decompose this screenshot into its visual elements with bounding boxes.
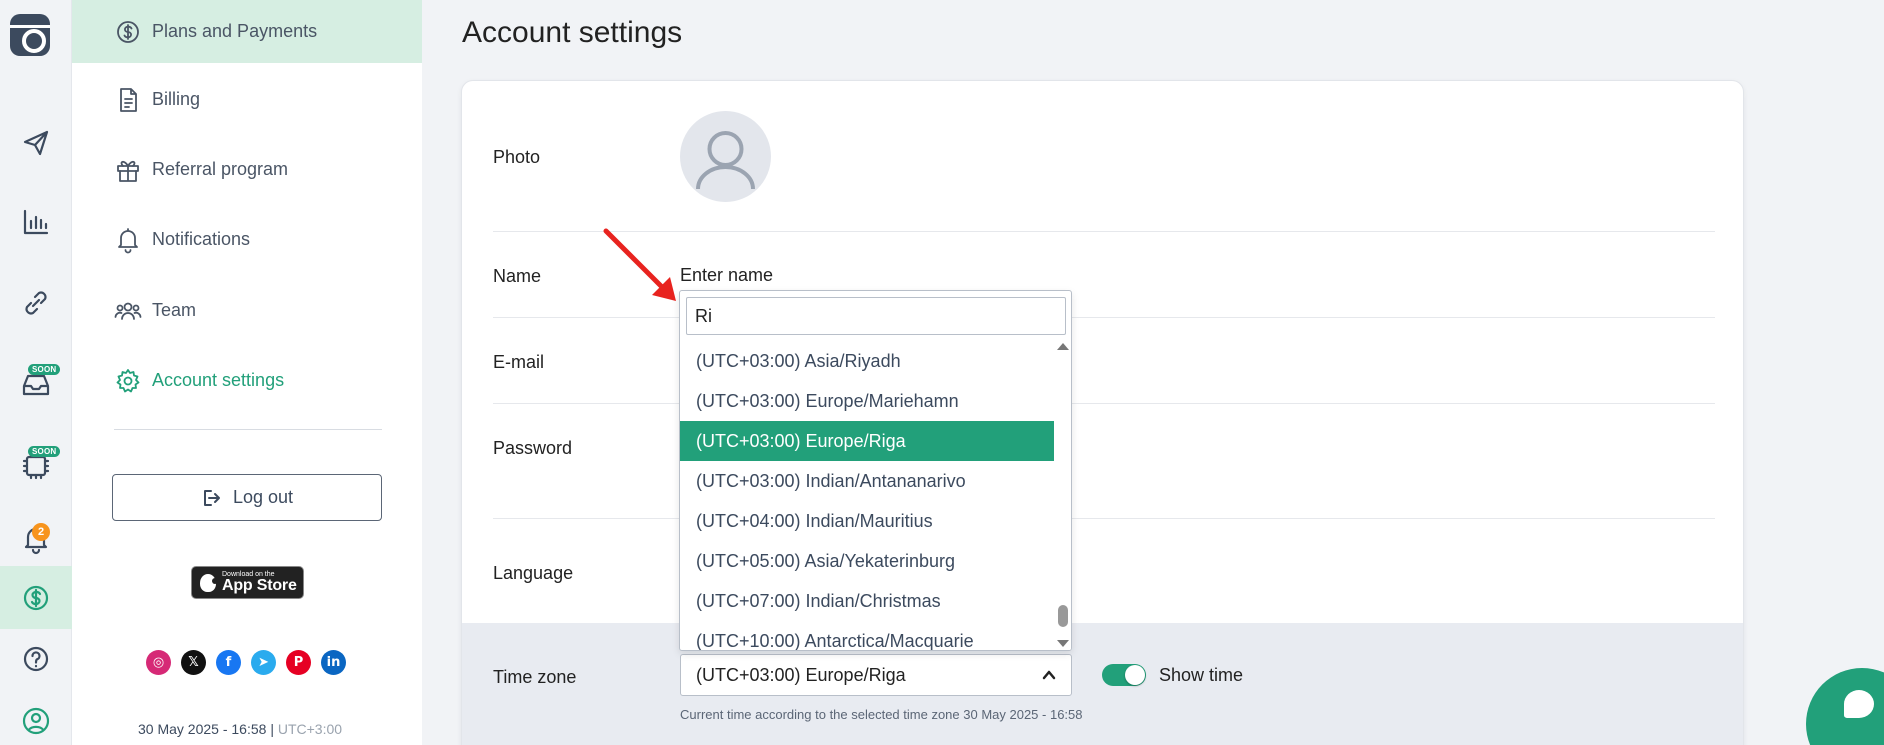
logout-icon <box>203 489 220 506</box>
timezone-option-selected[interactable]: (UTC+03:00) Europe/Riga <box>680 421 1054 461</box>
telegram-icon[interactable]: ➤ <box>251 650 276 675</box>
menu-item-label: Team <box>152 300 197 320</box>
link-icon <box>25 291 47 315</box>
logout-button[interactable]: Log out <box>112 474 382 521</box>
email-label: E-mail <box>493 352 545 372</box>
language-label: Language <box>493 563 574 583</box>
team-icon <box>114 297 142 325</box>
current-time-note: Current time according to the selected t… <box>680 707 1083 722</box>
rail-links[interactable] <box>0 277 72 329</box>
help-icon <box>23 646 49 672</box>
apple-icon <box>200 573 218 592</box>
timezone-option[interactable]: (UTC+03:00) Europe/Mariehamn <box>680 381 1054 421</box>
timezone-option[interactable]: (UTC+05:00) Asia/Yekaterinburg <box>680 541 1054 581</box>
menu-item-label: Account settings <box>152 370 285 390</box>
chat-button[interactable] <box>1806 668 1884 745</box>
rail-ai[interactable]: SOON <box>0 440 72 492</box>
dollar-icon <box>23 585 49 610</box>
appstore-big-text: App Store <box>222 577 297 594</box>
menu-item-billing[interactable]: Billing <box>72 68 422 131</box>
footer-datetime: 30 May 2025 - 16:58 | UTC+3:00 <box>138 721 342 737</box>
timezone-select[interactable]: (UTC+03:00) Europe/Riga <box>680 654 1072 696</box>
instagram-icon[interactable]: ◎ <box>146 650 171 675</box>
timezone-option[interactable]: (UTC+10:00) Antarctica/Macquarie <box>680 621 1054 651</box>
timezone-label: Time zone <box>493 667 577 687</box>
menu-item-notifications[interactable]: Notifications <box>72 208 422 271</box>
timezone-option[interactable]: (UTC+07:00) Indian/Christmas <box>680 581 1054 621</box>
show-time-toggle[interactable] <box>1102 664 1146 686</box>
analytics-icon <box>23 209 49 235</box>
icon-rail: SOON SOON 2 <box>0 0 72 745</box>
red-annotation-arrow-icon <box>603 228 676 301</box>
menu-item-plans-and-payments[interactable]: Plans and Payments <box>72 0 422 63</box>
app-logo-icon[interactable] <box>10 14 50 56</box>
rail-inbox[interactable]: SOON <box>0 358 72 410</box>
document-icon <box>114 86 142 114</box>
page-title: Account settings <box>462 16 683 49</box>
scroll-thumb[interactable] <box>1058 605 1068 627</box>
logout-label: Log out <box>232 487 294 507</box>
timezone-selected-value: (UTC+03:00) Europe/Riga <box>696 664 906 685</box>
show-time-label: Show time <box>1159 665 1244 685</box>
rail-help[interactable] <box>0 633 72 685</box>
footer-timezone: UTC+3:00 <box>277 721 343 737</box>
scroll-up-arrow-icon[interactable] <box>1057 343 1069 350</box>
menu-divider <box>114 429 382 430</box>
account-settings-card: Photo Name Enter name E-mail Password La… <box>461 80 1744 745</box>
menu-item-label: Billing <box>152 89 201 109</box>
password-label: Password <box>493 438 573 458</box>
timezone-option[interactable]: (UTC+04:00) Indian/Mauritius <box>680 501 1054 541</box>
scroll-down-arrow-icon[interactable] <box>1057 640 1069 647</box>
menu-item-label: Plans and Payments <box>152 21 318 41</box>
timezone-search-input[interactable] <box>686 297 1066 335</box>
timezone-option[interactable]: (UTC+03:00) Asia/Riyadh <box>680 341 1054 381</box>
name-field[interactable]: Enter name <box>680 265 773 286</box>
rail-payments[interactable] <box>0 566 72 629</box>
menu-item-team[interactable]: Team <box>72 279 422 342</box>
profile-icon <box>22 707 50 735</box>
linkedin-icon[interactable]: in <box>321 650 346 675</box>
facebook-icon[interactable]: f <box>216 650 241 675</box>
photo-label: Photo <box>493 147 541 167</box>
menu-item-account-settings[interactable]: Account settings <box>72 349 422 412</box>
row-divider <box>493 317 1715 318</box>
app-store-badge[interactable]: Download on the App Store <box>191 566 304 599</box>
bell-icon <box>114 226 142 254</box>
row-divider <box>493 518 1715 519</box>
timezone-row <box>462 623 1743 745</box>
gift-icon <box>114 156 142 184</box>
row-divider <box>493 403 1715 404</box>
menu-item-label: Notifications <box>152 229 251 249</box>
gear-icon <box>114 367 142 395</box>
soon-badge: SOON <box>28 364 61 375</box>
send-icon <box>23 130 49 156</box>
chevron-up-icon <box>1041 667 1057 683</box>
timezone-dropdown: (UTC+03:00) Asia/Riyadh (UTC+03:00) Euro… <box>679 290 1072 651</box>
menu-item-label: Referral program <box>152 159 289 179</box>
timezone-option[interactable]: (UTC+03:00) Indian/Antananarivo <box>680 461 1054 501</box>
x-icon[interactable]: 𝕏 <box>181 650 206 675</box>
user-placeholder-icon <box>696 131 755 190</box>
rail-send[interactable] <box>0 117 72 169</box>
settings-menu: Plans and Payments Billing Referral prog… <box>72 0 422 745</box>
dollar-circle-icon <box>114 18 142 46</box>
avatar[interactable] <box>680 111 771 202</box>
notification-count-badge: 2 <box>32 523 50 541</box>
timezone-options-list: (UTC+03:00) Asia/Riyadh (UTC+03:00) Euro… <box>680 341 1054 651</box>
social-links: ◎ 𝕏 f ➤ P in <box>146 650 346 675</box>
name-label: Name <box>493 266 542 286</box>
footer-separator: | <box>270 721 274 737</box>
menu-item-referral-program[interactable]: Referral program <box>72 138 422 201</box>
soon-badge: SOON <box>28 446 61 457</box>
rail-analytics[interactable] <box>0 196 72 248</box>
rail-notifications[interactable]: 2 <box>0 513 72 565</box>
footer-date: 30 May 2025 - 16:58 <box>138 721 267 737</box>
dropdown-scrollbar[interactable] <box>1054 341 1071 650</box>
pinterest-icon[interactable]: P <box>286 650 311 675</box>
rail-profile[interactable] <box>0 695 72 745</box>
